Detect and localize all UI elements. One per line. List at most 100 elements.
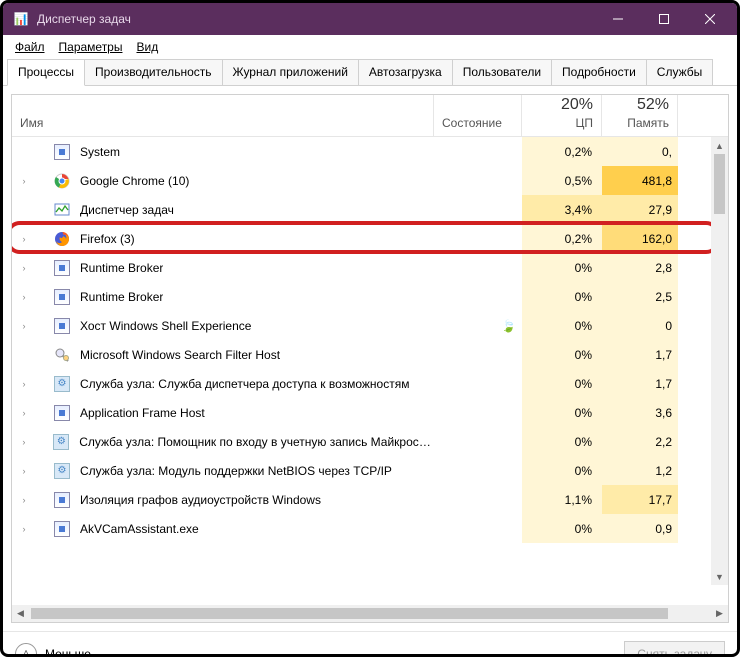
expand-chevron-icon[interactable]: › bbox=[18, 176, 30, 186]
expand-chevron-icon[interactable]: › bbox=[18, 379, 30, 389]
table-row[interactable]: ›AkVCamAssistant.exe0%0,9 bbox=[12, 514, 728, 543]
scroll-left-icon[interactable]: ◀ bbox=[12, 608, 29, 619]
gear-icon: ⚙ bbox=[54, 376, 70, 392]
table-body: System0,2%0,›Google Chrome (10)0,5%481,8… bbox=[12, 137, 728, 605]
cell-memory: 2,2 bbox=[602, 427, 678, 456]
table-row[interactable]: ›Runtime Broker0%2,5 bbox=[12, 282, 728, 311]
cell-memory: 1,2 bbox=[602, 456, 678, 485]
process-name: Диспетчер задач bbox=[80, 203, 174, 217]
expand-chevron-icon[interactable]: › bbox=[18, 495, 30, 505]
table-row[interactable]: ›⚙Служба узла: Помощник по входу в учетн… bbox=[12, 427, 728, 456]
expand-chevron-icon[interactable]: › bbox=[18, 321, 30, 331]
tab-performance[interactable]: Производительность bbox=[84, 59, 222, 85]
process-name: Служба узла: Служба диспетчера доступа к… bbox=[80, 377, 409, 391]
table-row[interactable]: ›⚙Служба узла: Модуль поддержки NetBIOS … bbox=[12, 456, 728, 485]
cell-state: 🍃 bbox=[434, 319, 522, 333]
expand-chevron-icon[interactable]: › bbox=[18, 437, 30, 447]
cell-cpu: 0% bbox=[522, 456, 602, 485]
content-area: Имя Состояние 20% ЦП 52% Память System 0,… bbox=[3, 86, 737, 623]
process-name: Служба узла: Модуль поддержки NetBIOS че… bbox=[80, 464, 392, 478]
scroll-down-icon[interactable]: ▼ bbox=[711, 568, 728, 585]
table-row[interactable]: System0,2%0, bbox=[12, 137, 728, 166]
fewer-details-button[interactable]: ˄ Меньше bbox=[15, 643, 91, 657]
cell-memory: 2,5 bbox=[602, 282, 678, 311]
tab-users[interactable]: Пользователи bbox=[452, 59, 552, 85]
close-button[interactable] bbox=[687, 4, 733, 34]
cell-name: ›⚙Служба узла: Помощник по входу в учетн… bbox=[12, 434, 434, 450]
cell-name: › Хост Windows Shell Experience bbox=[12, 318, 434, 334]
cell-memory: 27,9 bbox=[602, 195, 678, 224]
tab-services[interactable]: Службы bbox=[646, 59, 713, 85]
process-name: Google Chrome (10) bbox=[80, 174, 189, 188]
expand-chevron-icon[interactable]: › bbox=[18, 466, 30, 476]
process-name: Firefox (3) bbox=[80, 232, 135, 246]
menu-file[interactable]: Файл bbox=[9, 38, 51, 56]
table-row[interactable]: ›Runtime Broker0%2,8 bbox=[12, 253, 728, 282]
cpu-total: 20% bbox=[561, 96, 593, 114]
cell-cpu: 1,1% bbox=[522, 485, 602, 514]
menubar: Файл Параметры Вид bbox=[3, 35, 737, 59]
vertical-scrollbar[interactable]: ▲ ▼ bbox=[711, 137, 728, 585]
scroll-right-icon[interactable]: ▶ bbox=[711, 608, 728, 619]
app-icon: 📊 bbox=[13, 11, 29, 27]
process-name: Microsoft Windows Search Filter Host bbox=[80, 348, 280, 362]
cell-name: ›⚙Служба узла: Модуль поддержки NetBIOS … bbox=[12, 463, 434, 479]
tab-app-history[interactable]: Журнал приложений bbox=[222, 59, 359, 85]
minimize-button[interactable] bbox=[595, 4, 641, 34]
table-row[interactable]: ›Google Chrome (10)0,5%481,8 bbox=[12, 166, 728, 195]
process-name: Runtime Broker bbox=[80, 290, 163, 304]
table-row[interactable]: Диспетчер задач3,4%27,9 bbox=[12, 195, 728, 224]
table-row[interactable]: › ⚙ Служба узла: Служба диспетчера доступа… bbox=[12, 369, 728, 398]
task-manager-window: 📊 Диспетчер задач Файл Параметры Вид Про… bbox=[0, 0, 740, 657]
expand-chevron-icon[interactable]: › bbox=[18, 263, 30, 273]
scroll-up-icon[interactable]: ▲ bbox=[711, 137, 728, 154]
app-generic-icon bbox=[54, 405, 70, 421]
col-state[interactable]: Состояние bbox=[434, 95, 522, 136]
table-row[interactable]: ›Изоляция графов аудиоустройств Windows 1… bbox=[12, 485, 728, 514]
table-row[interactable]: Microsoft Windows Search Filter Host0%1,… bbox=[12, 340, 728, 369]
chrome-icon bbox=[54, 173, 70, 189]
tab-bar: Процессы Производительность Журнал прило… bbox=[3, 59, 737, 86]
app-generic-icon bbox=[54, 492, 70, 508]
process-name: Runtime Broker bbox=[80, 261, 163, 275]
cell-memory: 0, bbox=[602, 137, 678, 166]
expand-chevron-icon[interactable]: › bbox=[18, 408, 30, 418]
cell-cpu: 0% bbox=[522, 398, 602, 427]
cell-cpu: 0% bbox=[522, 340, 602, 369]
cell-name: ›AkVCamAssistant.exe bbox=[12, 521, 434, 537]
horizontal-scrollbar[interactable]: ◀ ▶ bbox=[12, 605, 728, 622]
col-cpu[interactable]: 20% ЦП bbox=[522, 95, 602, 136]
maximize-button[interactable] bbox=[641, 4, 687, 34]
cell-name: ›Изоляция графов аудиоустройств Windows bbox=[12, 492, 434, 508]
table-row[interactable]: ›Firefox (3)0,2%162,0 bbox=[12, 224, 728, 253]
titlebar[interactable]: 📊 Диспетчер задач bbox=[3, 3, 737, 35]
memory-total: 52% bbox=[637, 96, 669, 114]
expand-chevron-icon[interactable]: › bbox=[18, 524, 30, 534]
cell-name: › Runtime Broker bbox=[12, 289, 434, 305]
table-row[interactable]: ›Хост Windows Shell Experience🍃0%0 bbox=[12, 311, 728, 340]
cell-memory: 3,6 bbox=[602, 398, 678, 427]
cell-memory: 1,7 bbox=[602, 369, 678, 398]
footer: ˄ Меньше Снять задачу bbox=[3, 631, 737, 657]
app-generic-icon bbox=[54, 289, 70, 305]
window-title: Диспетчер задач bbox=[37, 12, 595, 26]
table-row[interactable]: ›Application Frame Host0%3,6 bbox=[12, 398, 728, 427]
hscroll-thumb[interactable] bbox=[31, 608, 668, 619]
cell-name: System bbox=[12, 144, 434, 160]
tab-startup[interactable]: Автозагрузка bbox=[358, 59, 453, 85]
expand-chevron-icon[interactable]: › bbox=[18, 292, 30, 302]
process-name: Хост Windows Shell Experience bbox=[80, 319, 251, 333]
menu-options[interactable]: Параметры bbox=[53, 38, 129, 56]
tab-details[interactable]: Подробности bbox=[551, 59, 647, 85]
col-memory[interactable]: 52% Память bbox=[602, 95, 678, 136]
process-name: System bbox=[80, 145, 120, 159]
expand-chevron-icon[interactable]: › bbox=[18, 234, 30, 244]
col-cpu-label: ЦП bbox=[575, 116, 593, 130]
tab-processes[interactable]: Процессы bbox=[7, 59, 85, 86]
scroll-thumb[interactable] bbox=[714, 154, 725, 214]
cell-cpu: 0% bbox=[522, 253, 602, 282]
table-header: Имя Состояние 20% ЦП 52% Память bbox=[12, 95, 728, 137]
end-task-button[interactable]: Снять задачу bbox=[624, 641, 725, 657]
menu-view[interactable]: Вид bbox=[130, 38, 164, 56]
col-name[interactable]: Имя bbox=[12, 95, 434, 136]
